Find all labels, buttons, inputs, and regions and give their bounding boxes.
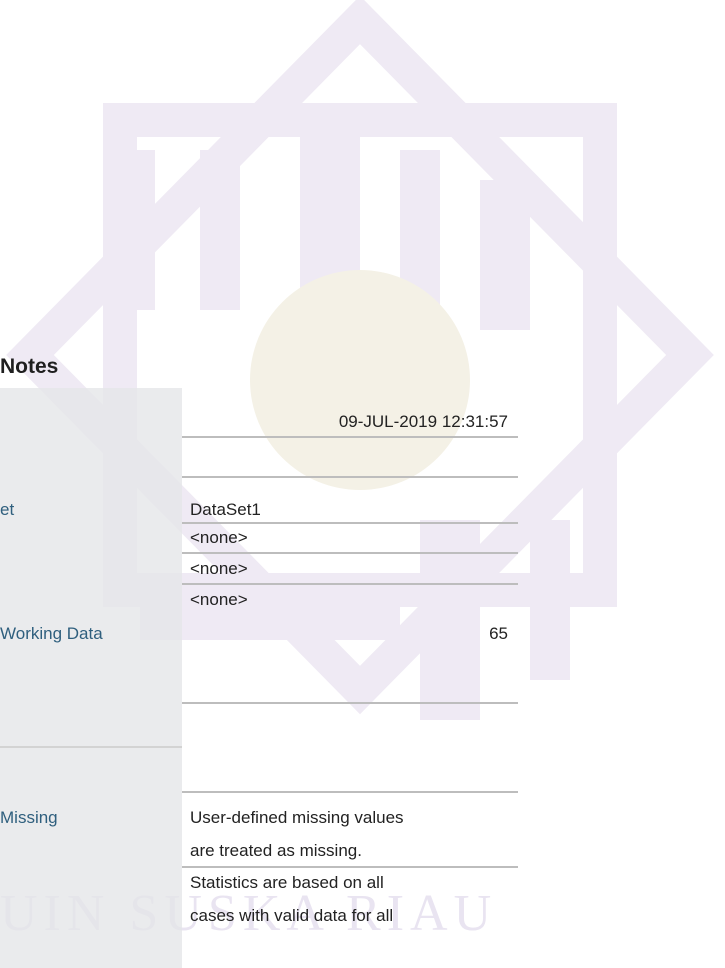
split-file-value: <none> [190,590,248,609]
label-column-shading [0,388,182,968]
working-data-label: Working Data [0,624,103,643]
active-dataset-label: et [0,500,15,519]
cases-used-line2: cases with valid data for all [190,906,394,925]
row-divider [182,436,518,438]
row-divider [182,522,518,524]
working-data-rows-value: 65 [489,624,508,643]
row-divider [182,552,518,554]
created-value: 09-JUL-2019 12:31:57 [338,412,508,431]
cases-used-line1: Statistics are based on all [190,873,384,892]
missing-definition-line1: User-defined missing values [190,808,404,827]
row-divider [182,702,518,704]
row-divider [182,476,518,478]
row-divider [182,583,518,585]
missing-definition-label: Missing [0,808,58,827]
filter-value: <none> [190,528,248,547]
weight-value: <none> [190,559,248,578]
row-divider [182,866,518,868]
notes-title: Notes [0,355,59,378]
spss-notes-page: UIN SUSKA RIAU Notes 09-JUL-2019 12:31:5… [0,0,725,968]
label-divider [0,746,182,748]
active-dataset-value: DataSet1 [190,500,261,519]
row-divider [182,791,518,793]
missing-definition-line2: are treated as missing. [190,841,362,860]
